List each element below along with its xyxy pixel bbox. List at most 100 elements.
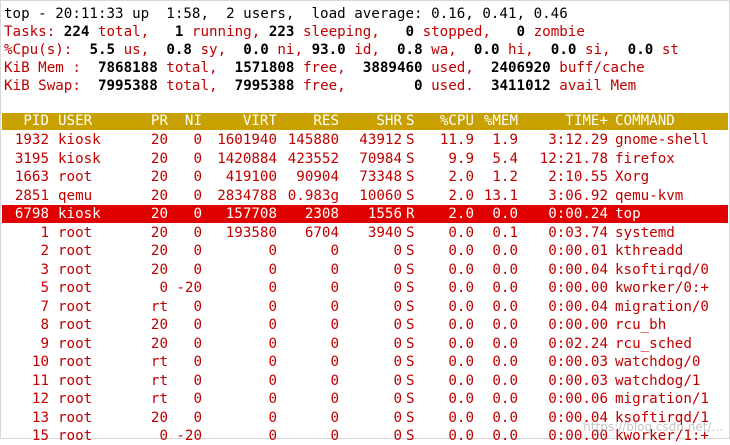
process-pid: 3195 [14, 150, 49, 167]
cpu-wa: 0.8 [397, 42, 423, 58]
cpu-st-label: st [653, 42, 679, 58]
cpu-id: 93.0 [311, 42, 346, 58]
process-shr: 0 [393, 298, 402, 315]
process-command: migration/0 [615, 298, 709, 315]
column-header-shr[interactable]: SHR [340, 113, 402, 130]
process-cpu: 0.0 [448, 261, 474, 278]
process-cpu: 0.0 [448, 280, 474, 296]
process-mem: 0.0 [492, 428, 518, 444]
column-header-res[interactable]: RES [278, 113, 339, 130]
cpu-label: %Cpu(s): [4, 42, 73, 58]
process-res: 0 [330, 428, 339, 444]
cpu-sy: 0.8 [166, 42, 192, 58]
process-row[interactable]: 10 root rt 0 0 0 0 S 0.0 0.0 0:00.03 watchdog/0 [2, 353, 728, 371]
process-row[interactable]: 8 root 20 0 0 0 0 S 0.0 0.0 0:00.00 rcu_bh [2, 316, 728, 334]
process-user: root [58, 280, 93, 296]
process-row[interactable]: 1932 kiosk 20 0 1601940 145880 43912 S 11.9 1.9 3:… [2, 131, 728, 149]
column-header-virt[interactable]: VIRT [202, 113, 277, 130]
process-virt: 0 [268, 298, 277, 315]
process-row[interactable]: 9 root 20 0 0 0 0 S 0.0 0.0 0:02.24 rcu_sched [2, 335, 728, 353]
cpu-us: 5.5 [89, 42, 116, 58]
process-ni: 0 [193, 150, 202, 167]
process-cpu: 11.9 [439, 132, 474, 148]
process-state: S [406, 169, 415, 185]
process-time: 0:00.04 [548, 298, 608, 315]
process-virt: 419100 [225, 169, 277, 185]
column-header-ni[interactable]: NI [170, 113, 202, 130]
process-command: rcu_sched [615, 335, 692, 352]
tasks-zombie-label: zombie [525, 24, 585, 40]
column-header-cpu[interactable]: %CPU [422, 113, 474, 130]
swap-line: KiB Swap: 7995388 total, 7995388 free, 0… [4, 77, 636, 95]
process-ni: 0 [193, 354, 202, 370]
process-mem: 0.0 [492, 391, 518, 407]
process-virt: 2834788 [217, 187, 277, 204]
process-virt: 157708 [225, 206, 277, 222]
swap-used: 0 [414, 78, 423, 94]
column-header-user[interactable]: USER [58, 113, 138, 130]
process-cpu: 2.0 [448, 169, 474, 185]
process-mem: 0.0 [492, 317, 518, 333]
process-time: 12:21.78 [539, 150, 608, 167]
process-row[interactable]: 2 root 20 0 0 0 0 S 0.0 0.0 0:00.01 kthreadd [2, 242, 728, 260]
column-header-pid[interactable]: PID [2, 113, 49, 130]
process-cpu: 0.0 [448, 428, 474, 444]
process-pid: 7 [40, 298, 49, 315]
mem-label: KiB Mem : [4, 60, 81, 76]
mem-free-label: free, [294, 60, 346, 76]
process-res: 145880 [287, 132, 339, 148]
column-header-state[interactable]: S [406, 113, 420, 130]
process-pr: 20 [150, 169, 168, 185]
tasks-zombie: 0 [516, 24, 526, 40]
column-header-time[interactable]: TIME+ [518, 113, 608, 130]
process-mem: 0.0 [492, 243, 518, 259]
process-res: 0 [330, 317, 339, 333]
process-row[interactable]: 7 root rt 0 0 0 0 S 0.0 0.0 0:00.04 migration/0 [2, 298, 728, 316]
process-ni: 0 [193, 187, 202, 204]
process-mem: 0.0 [492, 206, 518, 222]
process-pid: 8 [40, 317, 49, 333]
process-cpu: 0.0 [448, 243, 474, 259]
process-cpu: 0.0 [448, 391, 474, 407]
uptime-line: top - 20:11:33 up 1:58, 2 users, load av… [4, 6, 568, 22]
process-row[interactable]: 3 root 20 0 0 0 0 S 0.0 0.0 0:00.04 ksoftirqd/0 [2, 261, 728, 279]
process-row[interactable]: 2851 qemu 20 0 2834788 0.983g 10060 S 2.0 13.1 3:0… [2, 187, 728, 205]
column-header-pr[interactable]: PR [138, 113, 168, 130]
process-shr: 43912 [359, 132, 402, 148]
process-time: 3:06.92 [548, 187, 608, 204]
cpu-st: 0.0 [627, 42, 654, 58]
process-command: migration/1 [615, 391, 709, 407]
process-row[interactable]: 1663 root 20 0 419100 90904 73348 S 2.0 1.2 2:10.5… [2, 168, 728, 186]
process-virt: 0 [268, 243, 277, 259]
terminal-window[interactable]: top - 20:11:33 up 1:58, 2 users, load av… [0, 0, 730, 444]
process-pid: 5 [40, 280, 49, 296]
process-state: S [406, 298, 415, 315]
cpu-ni: 0.0 [243, 42, 269, 58]
process-ni: 0 [193, 391, 202, 407]
process-row[interactable]: 11 root rt 0 0 0 0 S 0.0 0.0 0:00.03 watchdog/1 [2, 372, 728, 390]
process-pr: rt [150, 391, 168, 407]
process-time: 0:00.00 [548, 280, 608, 296]
process-row[interactable]: 5 root 0 -20 0 0 0 S 0.0 0.0 0:00.00 kworker/0:+ [2, 279, 728, 297]
process-row[interactable]: 3195 kiosk 20 0 1420884 423552 70984 S 9.9 5.4 12:… [2, 150, 728, 168]
process-virt: 1420884 [217, 150, 277, 167]
process-state: S [406, 187, 415, 204]
process-pr: 20 [150, 224, 168, 241]
process-command: top [615, 206, 641, 222]
process-virt: 0 [268, 335, 277, 352]
column-header-command[interactable]: COMMAND [615, 113, 728, 130]
process-user: root [58, 317, 93, 333]
cpu-id-label: id, [345, 42, 380, 58]
process-row[interactable]: 1 root 20 0 193580 6704 3940 S 0.0 0.1 0:03.74 syst… [2, 224, 728, 242]
swap-avail: 3411012 [490, 78, 551, 94]
process-ni: 0 [193, 261, 202, 278]
process-row[interactable]: 6798 kiosk 20 0 157708 2308 1556 R 2.0 0.0 0:00.24… [2, 205, 728, 223]
column-header-mem[interactable]: %MEM [474, 113, 518, 130]
mem-total: 7868188 [97, 60, 158, 76]
process-pid: 9 [40, 335, 49, 352]
process-res: 0 [330, 391, 339, 407]
process-time: 0:00.00 [548, 317, 608, 333]
process-state: S [406, 280, 415, 296]
process-res: 0 [330, 280, 339, 296]
process-row[interactable]: 12 root rt 0 0 0 0 S 0.0 0.0 0:00.06 migration/1 [2, 390, 728, 408]
